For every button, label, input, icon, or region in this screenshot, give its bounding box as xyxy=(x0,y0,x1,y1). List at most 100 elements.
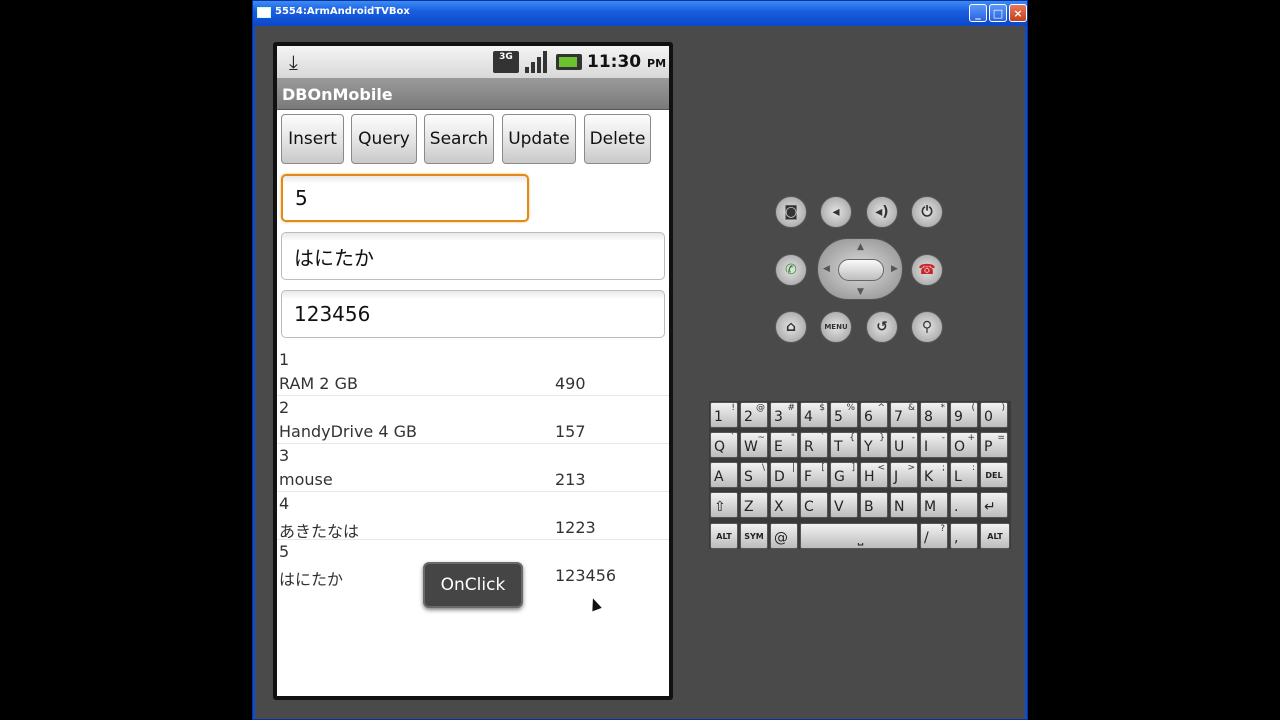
key-p[interactable]: P = xyxy=(980,432,1008,458)
key-8[interactable]: 8 * xyxy=(920,402,948,428)
key-x[interactable]: X xyxy=(770,492,798,518)
key-c[interactable]: C xyxy=(800,492,828,518)
key-i[interactable]: I- xyxy=(920,432,948,458)
key-r[interactable]: R ` xyxy=(800,432,828,458)
power-button-icon[interactable]: ⏻ xyxy=(911,196,943,228)
mouse-cursor-icon xyxy=(588,596,602,612)
key-label: Z xyxy=(744,499,754,515)
volume-up-icon[interactable]: ◂) xyxy=(866,196,898,228)
key-n[interactable]: N xyxy=(890,492,918,518)
key-slash[interactable]: /? xyxy=(920,523,948,549)
key-space[interactable]: ⎵ xyxy=(800,523,918,549)
key-j[interactable]: J > xyxy=(890,462,918,488)
name-field[interactable]: はにたか xyxy=(281,232,665,280)
call-button-icon[interactable]: ✆ xyxy=(775,254,807,286)
key-5[interactable]: 5% xyxy=(830,402,858,428)
row-id: 3 xyxy=(279,446,290,465)
key-l[interactable]: L: xyxy=(950,462,978,488)
end-call-button-icon[interactable]: ☎ xyxy=(911,254,943,286)
close-button[interactable]: × xyxy=(1009,4,1027,22)
back-button-icon[interactable]: ↺ xyxy=(866,311,898,343)
key-1[interactable]: 1! xyxy=(710,402,738,428)
home-button-icon[interactable]: ⌂ xyxy=(775,311,807,343)
list-item[interactable]: 2 HandyDrive 4 GB 157 xyxy=(277,396,669,444)
key-m[interactable]: M xyxy=(920,492,948,518)
key-label: N xyxy=(894,499,905,515)
key-s[interactable]: S \ xyxy=(740,462,768,488)
price-field[interactable]: 123456 xyxy=(281,290,665,338)
key-q[interactable]: Q ` xyxy=(710,432,738,458)
dpad-up-icon[interactable]: ▲ xyxy=(857,242,864,252)
key-u[interactable]: U- xyxy=(890,432,918,458)
key-⇧[interactable]: ⇧ xyxy=(710,492,738,518)
key-a[interactable]: A xyxy=(710,462,738,488)
key-d[interactable]: D | xyxy=(770,462,798,488)
key-sym[interactable]: SYM xyxy=(740,523,768,549)
key-label: H xyxy=(864,469,875,485)
key-label: F xyxy=(804,469,813,485)
volume-down-icon[interactable]: ◂ xyxy=(820,196,852,228)
key-comma[interactable]: , xyxy=(950,523,978,549)
search-button[interactable]: Search xyxy=(424,114,494,164)
insert-button[interactable]: Insert xyxy=(281,114,344,164)
key-.[interactable]: . xyxy=(950,492,978,518)
key-y[interactable]: Y} xyxy=(860,432,888,458)
key-e[interactable]: E " xyxy=(770,432,798,458)
list-item[interactable]: 1 RAM 2 GB 490 xyxy=(277,348,669,396)
signal-icon xyxy=(525,51,549,73)
dpad[interactable]: ▲ ▼ ◀ ▶ xyxy=(817,238,903,300)
menu-button[interactable]: MENU xyxy=(820,311,852,343)
key-t[interactable]: T{ xyxy=(830,432,858,458)
list-item[interactable]: 3 mouse 213 xyxy=(277,444,669,492)
key-symbol: $ xyxy=(819,403,825,413)
update-button[interactable]: Update xyxy=(502,114,576,164)
id-field[interactable]: 5 xyxy=(281,174,529,222)
dpad-right-icon[interactable]: ▶ xyxy=(891,264,898,274)
key-v[interactable]: V xyxy=(830,492,858,518)
list-item[interactable]: 4 あきたなは 1223 xyxy=(277,492,669,541)
key-symbol: [ xyxy=(821,463,825,473)
window-icon xyxy=(257,7,271,18)
key-2[interactable]: 2 @ xyxy=(740,402,768,428)
key-label: J xyxy=(894,469,899,485)
title-bar[interactable]: 5554:ArmAndroidTVBox _ □ × xyxy=(253,1,1027,26)
key-label: ↵ xyxy=(984,499,996,515)
key-h[interactable]: H < xyxy=(860,462,888,488)
key-f[interactable]: F[ xyxy=(800,462,828,488)
key-4[interactable]: 4 $ xyxy=(800,402,828,428)
key-alt-left[interactable]: ALT xyxy=(710,523,738,549)
key-6[interactable]: 6 ^ xyxy=(860,402,888,428)
key-k[interactable]: K; xyxy=(920,462,948,488)
key-g[interactable]: G] xyxy=(830,462,858,488)
key-0[interactable]: 0) xyxy=(980,402,1008,428)
key-del[interactable]: DEL xyxy=(980,462,1008,488)
key-label: L xyxy=(954,469,962,485)
key-3[interactable]: 3 # xyxy=(770,402,798,428)
key-label: 9 xyxy=(954,409,963,425)
key-9[interactable]: 9( xyxy=(950,402,978,428)
search-button-icon[interactable]: ⚲ xyxy=(911,311,943,343)
key-label: O xyxy=(954,439,966,455)
delete-button[interactable]: Delete xyxy=(584,114,651,164)
key-z[interactable]: Z xyxy=(740,492,768,518)
maximize-button[interactable]: □ xyxy=(989,4,1007,22)
key-b[interactable]: B xyxy=(860,492,888,518)
key-o[interactable]: O + xyxy=(950,432,978,458)
key-7[interactable]: 7 & xyxy=(890,402,918,428)
minimize-button[interactable]: _ xyxy=(969,4,987,22)
dpad-center-button[interactable] xyxy=(838,259,884,281)
key-w[interactable]: W ~ xyxy=(740,432,768,458)
download-icon: ⤓ xyxy=(289,50,298,74)
query-button[interactable]: Query xyxy=(351,114,417,164)
key-symbol: - xyxy=(941,433,945,443)
key-symbol: < xyxy=(877,463,885,473)
hardware-keyboard: 1! 2 @3 #4 $5% 6 ^ 7 & 8 * 9(0) Q ` W ~ E " R ` T{Y} U - I - O + P =… xyxy=(709,401,1011,549)
camera-button-icon[interactable]: ◙ xyxy=(775,196,807,228)
key-at[interactable]: @ xyxy=(770,523,798,549)
key-↵[interactable]: ↵ xyxy=(980,492,1008,518)
dpad-left-icon[interactable]: ◀ xyxy=(823,264,830,274)
row-name: はにたか xyxy=(279,570,344,589)
dpad-down-icon[interactable]: ▼ xyxy=(857,287,864,297)
key-label: 4 xyxy=(804,409,813,425)
key-alt-right[interactable]: ALT xyxy=(980,523,1010,549)
